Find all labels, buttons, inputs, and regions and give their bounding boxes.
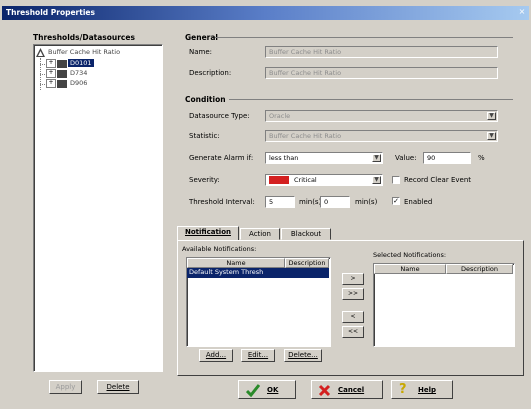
move-all-right-button[interactable]: >> bbox=[342, 288, 364, 300]
value-input[interactable]: 90 bbox=[423, 152, 471, 164]
tree-item-d906[interactable]: D906 bbox=[68, 79, 89, 87]
selected-col-description[interactable]: Description bbox=[446, 264, 513, 274]
tree-item-d0101[interactable]: D0101 bbox=[68, 59, 94, 67]
expand-icon[interactable]: + bbox=[46, 79, 56, 88]
statistic-label: Statistic: bbox=[189, 132, 220, 140]
chevron-down-icon[interactable]: ▼ bbox=[372, 154, 381, 162]
datasource-type-label: Datasource Type: bbox=[189, 112, 250, 120]
severity-color-swatch bbox=[269, 176, 289, 184]
move-all-left-button[interactable]: << bbox=[342, 326, 364, 338]
name-label: Name: bbox=[189, 48, 213, 56]
available-row-name: Default System Thresh bbox=[189, 268, 264, 276]
severity-select[interactable]: Critical ▼ bbox=[265, 174, 383, 186]
tree-delete-button[interactable]: Delete bbox=[97, 380, 139, 394]
general-heading: General bbox=[185, 33, 218, 42]
add-label: Add... bbox=[205, 351, 227, 359]
threshold-interval-label: Threshold Interval: bbox=[189, 198, 255, 206]
x-icon bbox=[318, 384, 331, 397]
enabled-label: Enabled bbox=[404, 198, 433, 206]
selected-col-name[interactable]: Name bbox=[374, 264, 446, 274]
close-icon[interactable]: × bbox=[517, 7, 527, 17]
selected-notifications-list[interactable]: Name Description bbox=[373, 263, 515, 347]
cancel-label: Cancel bbox=[338, 386, 365, 394]
datasource-type-select[interactable]: Oracle ▼ bbox=[265, 110, 498, 122]
check-icon bbox=[245, 383, 261, 398]
folder-icon bbox=[57, 60, 67, 68]
available-col-name[interactable]: Name bbox=[187, 258, 285, 268]
enabled-check: ✓ bbox=[393, 197, 399, 205]
interval-unit-1: min(s) bbox=[299, 198, 322, 206]
notification-delete-label: Delete... bbox=[288, 351, 318, 359]
edit-notification-button[interactable]: Edit... bbox=[241, 349, 275, 362]
expand-icon[interactable]: + bbox=[46, 59, 56, 68]
chevron-down-icon[interactable]: ▼ bbox=[372, 176, 381, 184]
add-notification-button[interactable]: Add... bbox=[199, 349, 233, 362]
description-label: Description: bbox=[189, 69, 232, 77]
condition-heading: Condition bbox=[185, 95, 226, 104]
tree-root-label[interactable]: Buffer Cache Hit Ratio bbox=[48, 48, 120, 56]
severity-label: Severity: bbox=[189, 176, 220, 184]
threshold-icon bbox=[36, 48, 45, 57]
help-button[interactable]: ? Help bbox=[391, 380, 453, 399]
datasource-type-value: Oracle bbox=[269, 112, 291, 120]
record-clear-checkbox[interactable] bbox=[392, 176, 400, 184]
threshold-properties-window: Threshold Properties × Thresholds/Dataso… bbox=[0, 0, 531, 409]
condition-divider bbox=[229, 99, 513, 100]
selected-notifications-label: Selected Notifications: bbox=[373, 251, 447, 259]
value-label: Value: bbox=[395, 154, 417, 162]
tab-notification[interactable]: Notification bbox=[177, 226, 239, 241]
name-field[interactable]: Buffer Cache Hit Ratio bbox=[265, 46, 498, 58]
enabled-checkbox[interactable]: ✓ bbox=[392, 197, 400, 205]
tree-item-d734[interactable]: D734 bbox=[68, 69, 89, 77]
move-right-button[interactable]: > bbox=[342, 273, 364, 285]
available-notifications-list[interactable]: Name Description Default System Thresh bbox=[186, 257, 331, 347]
move-left-button[interactable]: < bbox=[342, 311, 364, 323]
generate-alarm-select[interactable]: less than ▼ bbox=[265, 152, 383, 164]
tab-blackout[interactable]: Blackout bbox=[281, 228, 331, 240]
edit-label: Edit... bbox=[247, 351, 269, 359]
expand-icon[interactable]: + bbox=[46, 69, 56, 78]
cancel-button[interactable]: Cancel bbox=[311, 380, 383, 399]
tab-blackout-label: Blackout bbox=[290, 230, 322, 238]
window-title: Threshold Properties bbox=[6, 8, 95, 17]
severity-value: Critical bbox=[294, 176, 317, 184]
description-field[interactable]: Buffer Cache Hit Ratio bbox=[265, 67, 498, 79]
general-divider bbox=[215, 37, 513, 38]
ok-button[interactable]: OK bbox=[238, 380, 296, 399]
interval-input-1[interactable]: 5 bbox=[265, 196, 295, 208]
title-bar: Threshold Properties × bbox=[2, 6, 529, 20]
folder-icon bbox=[57, 70, 67, 78]
question-icon: ? bbox=[399, 382, 407, 397]
table-row[interactable]: Default System Thresh bbox=[187, 268, 329, 278]
tree-delete-label: Delete bbox=[106, 383, 130, 391]
available-col-description[interactable]: Description bbox=[285, 258, 329, 268]
delete-notification-button[interactable]: Delete... bbox=[284, 349, 322, 362]
interval-input-2[interactable]: 0 bbox=[320, 196, 350, 208]
threshold-tree[interactable]: Buffer Cache Hit Ratio + D0101 + D734 + … bbox=[33, 44, 163, 372]
ok-label: OK bbox=[267, 386, 279, 394]
tab-action-label: Action bbox=[249, 230, 271, 238]
value-unit: % bbox=[478, 154, 485, 162]
record-clear-label: Record Clear Event bbox=[404, 176, 471, 184]
tab-action[interactable]: Action bbox=[240, 228, 280, 240]
generate-alarm-value: less than bbox=[269, 154, 299, 162]
folder-icon bbox=[57, 80, 67, 88]
statistic-value: Buffer Cache Hit Ratio bbox=[269, 132, 342, 140]
tab-notification-label: Notification bbox=[184, 228, 231, 236]
tree-children: + D0101 + D734 + D906 bbox=[40, 58, 94, 98]
tree-header: Thresholds/Datasources bbox=[33, 33, 135, 42]
chevron-down-icon[interactable]: ▼ bbox=[487, 112, 496, 120]
help-label: Help bbox=[418, 386, 437, 394]
available-notifications-label: Available Notifications: bbox=[182, 245, 257, 253]
generate-alarm-label: Generate Alarm if: bbox=[189, 154, 254, 162]
statistic-select[interactable]: Buffer Cache Hit Ratio ▼ bbox=[265, 130, 498, 142]
interval-unit-2: min(s) bbox=[355, 198, 378, 206]
chevron-down-icon[interactable]: ▼ bbox=[487, 132, 496, 140]
apply-button[interactable]: Apply bbox=[49, 380, 82, 394]
notification-panel: Available Notifications: Name Descriptio… bbox=[177, 240, 524, 376]
